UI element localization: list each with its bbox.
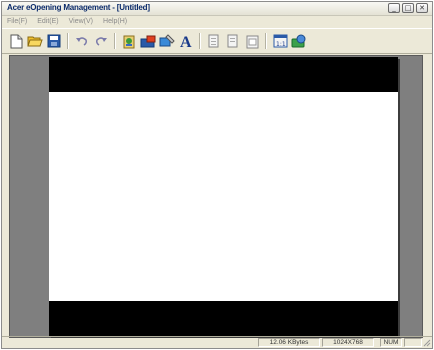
bottom-letterbox-band [49, 301, 398, 336]
paste-button[interactable] [244, 33, 260, 49]
text-button[interactable]: A [178, 33, 194, 49]
text-icon: A [180, 34, 192, 49]
minimize-button[interactable]: _ [388, 3, 400, 13]
insert-image-icon [123, 35, 135, 48]
window-title: Acer eOpening Management - [Untitled] [7, 3, 150, 12]
caption-buttons: _ □ ✕ [388, 3, 428, 13]
open-media-button[interactable] [140, 33, 156, 49]
new-file-icon [10, 34, 22, 48]
close-button[interactable]: ✕ [416, 3, 428, 13]
edit-image-button[interactable] [159, 33, 175, 49]
status-numlock: NUM [380, 338, 402, 347]
menu-view[interactable]: View(V) [69, 18, 93, 25]
workspace [9, 55, 423, 338]
new-file-button[interactable] [8, 33, 24, 49]
status-file-size: 12.06 KBytes [258, 338, 320, 347]
menu-help[interactable]: Help(H) [103, 18, 127, 25]
edit-image-icon [159, 34, 175, 47]
resize-grip-icon[interactable] [423, 339, 431, 347]
insert-image-button[interactable] [121, 33, 137, 49]
cut-button[interactable] [206, 33, 222, 49]
menu-file[interactable]: File(F) [7, 18, 27, 25]
svg-text:1:1: 1:1 [276, 41, 286, 48]
toolbar-separator [114, 33, 116, 49]
copy-icon [227, 34, 238, 47]
design-canvas[interactable] [49, 57, 398, 336]
open-folder-icon [27, 36, 43, 47]
copy-button[interactable] [225, 33, 241, 49]
title-bar[interactable]: Acer eOpening Management - [Untitled] _ … [2, 2, 432, 16]
menu-bar: File(F) Edit(E) View(V) Help(H) [2, 16, 432, 27]
top-letterbox-band [49, 57, 398, 92]
toolbar-separator [199, 33, 201, 49]
zoom-1to1-icon: 1:1 [273, 34, 287, 48]
undo-icon [76, 37, 87, 46]
menu-edit[interactable]: Edit(E) [37, 18, 58, 25]
preview-icon [291, 34, 306, 48]
redo-icon [96, 37, 107, 46]
paste-icon [246, 35, 258, 48]
save-icon [47, 34, 61, 48]
save-button[interactable] [46, 33, 62, 49]
redo-button[interactable] [93, 33, 109, 49]
toolbar-separator [67, 33, 69, 49]
zoom-1to1-button[interactable]: 1:1 [272, 33, 288, 49]
undo-button[interactable] [74, 33, 90, 49]
status-bar: 12.06 KBytes 1024X768 NUM [2, 336, 432, 348]
svg-text:A: A [180, 34, 192, 49]
status-empty-pane [404, 338, 422, 347]
status-resolution: 1024X768 [322, 338, 374, 347]
toolbar-separator [265, 33, 267, 49]
toolbar: A 1:1 [2, 28, 432, 54]
open-button[interactable] [27, 33, 43, 49]
maximize-button[interactable]: □ [402, 3, 414, 13]
preview-button[interactable] [291, 33, 307, 49]
app-window: Acer eOpening Management - [Untitled] _ … [1, 1, 433, 349]
cut-icon [208, 34, 219, 47]
open-media-icon [140, 35, 156, 47]
